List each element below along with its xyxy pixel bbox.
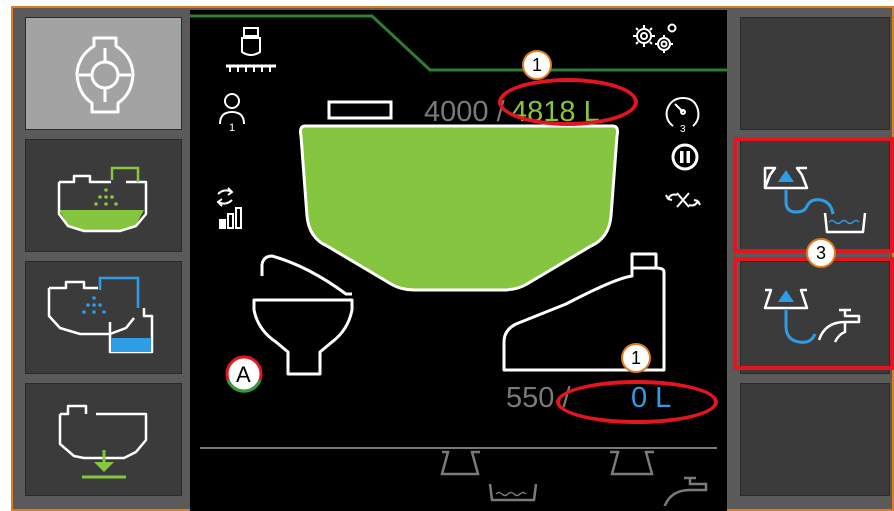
agitation-off-icon [665, 192, 701, 208]
rinse-transfer-button[interactable] [25, 261, 182, 374]
auto-mode-letter: A [236, 362, 251, 387]
screenshot-frame: 1 3 4000 / 4818 L A 550 / 0 L 1 1 3 [0, 0, 894, 511]
highlight-main-volume [498, 78, 638, 126]
main-tank-fill-button[interactable] [25, 139, 182, 252]
induction-hopper [252, 254, 354, 376]
rinse-tank-transfer-icon [47, 276, 154, 354]
highlight-rinse-volume [556, 380, 718, 424]
callout-rinse-volume: 1 [621, 343, 651, 373]
callout-fill-buttons: 3 [806, 238, 836, 268]
main-tank-fill-icon [57, 166, 148, 233]
auto-mode-badge: A [225, 355, 263, 393]
sprayer-boom-icon [226, 27, 276, 72]
tank-drain-icon [58, 404, 148, 479]
main-tank-capacity: 4000 / [424, 96, 505, 128]
pause-icon[interactable] [670, 142, 700, 172]
highlight-fill-buttons-top [733, 137, 894, 253]
highlight-fill-buttons-bottom [733, 257, 894, 370]
tank-drain-button[interactable] [25, 383, 182, 496]
pump-valve-button[interactable] [25, 17, 182, 130]
gears-icon[interactable] [630, 20, 686, 60]
main-display: 1 3 4000 / 4818 L A 550 / 0 L [190, 10, 727, 511]
pump-valve-icon [75, 36, 135, 114]
bottom-status-strip [200, 447, 717, 506]
callout-main-volume: 1 [522, 50, 552, 80]
right-blank-button-top[interactable] [740, 17, 890, 130]
signal-level-icon [216, 187, 242, 229]
operator-number: 1 [229, 122, 236, 134]
right-blank-button-bottom[interactable] [740, 383, 890, 496]
gauge-number: 3 [680, 124, 686, 132]
pressure-gauge-icon: 3 [665, 96, 700, 132]
